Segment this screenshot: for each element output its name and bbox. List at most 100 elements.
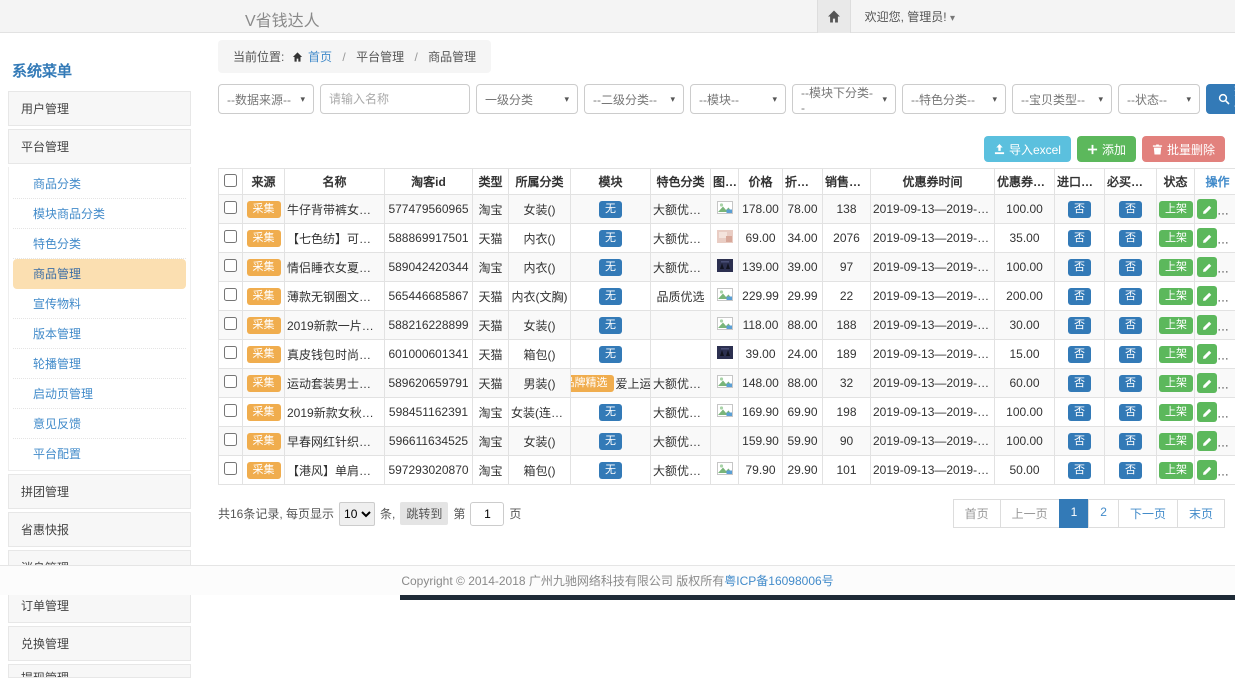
type-cell: 天猫 bbox=[473, 282, 509, 311]
filter-select[interactable]: --模块--▾ bbox=[690, 84, 786, 114]
sidebar-item-平台配置[interactable]: 平台配置 bbox=[13, 439, 186, 468]
source-badge: 采集 bbox=[247, 404, 281, 421]
edit-button[interactable] bbox=[1197, 228, 1217, 248]
must-buy-cell: 否 bbox=[1105, 427, 1157, 456]
must-buy-cell: 否 bbox=[1105, 195, 1157, 224]
must-buy-badge: 否 bbox=[1119, 433, 1142, 450]
edit-button[interactable] bbox=[1197, 257, 1217, 277]
home-icon bbox=[292, 50, 306, 64]
home-button[interactable] bbox=[817, 0, 851, 33]
sidebar-item-宣传物料[interactable]: 宣传物料 bbox=[13, 289, 186, 319]
add-button[interactable]: 添加 bbox=[1077, 136, 1136, 162]
sidebar-item-提现管理[interactable]: 提现管理 bbox=[8, 664, 191, 678]
source-badge: 采集 bbox=[247, 346, 281, 363]
discount-price-cell: 34.00 bbox=[783, 224, 823, 253]
sidebar-item-意见反馈[interactable]: 意见反馈 bbox=[13, 409, 186, 439]
row-checkbox[interactable] bbox=[224, 201, 237, 214]
sidebar-item-特色分类[interactable]: 特色分类 bbox=[13, 229, 186, 259]
module-cell: 无 bbox=[571, 253, 651, 282]
row-checkbox[interactable] bbox=[224, 433, 237, 446]
row-checkbox[interactable] bbox=[224, 230, 237, 243]
sales-cell: 189 bbox=[823, 340, 871, 369]
module-cell: 无 bbox=[571, 224, 651, 253]
module-badge: 无 bbox=[599, 259, 622, 276]
filter-select[interactable]: --二级分类--▾ bbox=[584, 84, 684, 114]
filter-select[interactable]: --特色分类--▾ bbox=[902, 84, 1006, 114]
icp-link[interactable]: 粤ICP备16098006号 bbox=[724, 572, 833, 589]
row-checkbox[interactable] bbox=[224, 462, 237, 475]
pager-item-下一页[interactable]: 下一页 bbox=[1118, 499, 1178, 528]
user-menu[interactable]: 欢迎您, 管理员! ▾ bbox=[865, 8, 955, 25]
coupon-time-cell: 2019-09-13—2019-09-18 bbox=[871, 456, 995, 485]
sidebar-item-省惠快报[interactable]: 省惠快报 bbox=[8, 512, 191, 547]
import-excel-button[interactable]: 导入excel bbox=[984, 136, 1071, 162]
jump-button[interactable]: 跳转到 bbox=[400, 502, 448, 525]
row-checkbox[interactable] bbox=[224, 288, 237, 301]
sidebar-item-用户管理[interactable]: 用户管理 bbox=[8, 91, 191, 126]
chevron-down-icon: ▾ bbox=[300, 94, 305, 105]
sidebar-item-商品分类[interactable]: 商品分类 bbox=[13, 169, 186, 199]
name-cell: 2019新款女秋薄款... bbox=[285, 398, 385, 427]
edit-button[interactable] bbox=[1197, 344, 1217, 364]
sidebar-item-商品管理[interactable]: 商品管理 bbox=[13, 259, 186, 289]
row-checkbox[interactable] bbox=[224, 259, 237, 272]
feature-cell: 大额优惠券 bbox=[651, 253, 711, 282]
breadcrumb: 当前位置: 首页 / 平台管理 / 商品管理 bbox=[218, 40, 491, 73]
sidebar-item-启动页管理[interactable]: 启动页管理 bbox=[13, 379, 186, 409]
batch-delete-button[interactable]: 批量删除 bbox=[1142, 136, 1225, 162]
row-checkbox[interactable] bbox=[224, 375, 237, 388]
must-buy-cell: 否 bbox=[1105, 398, 1157, 427]
feature-cell: 大额优惠券 bbox=[651, 369, 711, 398]
edit-button[interactable] bbox=[1197, 460, 1217, 480]
filter-select[interactable]: --状态--▾ bbox=[1118, 84, 1200, 114]
app-title: V省钱达人 bbox=[245, 7, 320, 31]
row-checkbox[interactable] bbox=[224, 317, 237, 330]
edit-button[interactable] bbox=[1197, 315, 1217, 335]
sidebar-item-平台管理[interactable]: 平台管理 bbox=[8, 129, 191, 164]
chevron-down-icon: ▾ bbox=[772, 94, 777, 105]
pager-item-首页[interactable]: 首页 bbox=[953, 499, 1001, 528]
category-cell: 女装(连衣裙) bbox=[509, 398, 571, 427]
name-search-input[interactable] bbox=[320, 84, 470, 114]
filter-select[interactable]: --模块下分类--▾ bbox=[792, 84, 896, 114]
pager-item-2[interactable]: 2 bbox=[1088, 499, 1119, 528]
discount-price-cell: 29.90 bbox=[783, 456, 823, 485]
query-button[interactable]: 查询 bbox=[1206, 84, 1235, 114]
pager-item-末页[interactable]: 末页 bbox=[1177, 499, 1225, 528]
sidebar-item-拼团管理[interactable]: 拼团管理 bbox=[8, 474, 191, 509]
filter-select[interactable]: 一级分类▾ bbox=[476, 84, 578, 114]
sales-cell: 32 bbox=[823, 369, 871, 398]
edit-button[interactable] bbox=[1197, 373, 1217, 393]
footer: Copyright © 2014-2018 广州九驰网络科技有限公司 版权所有 … bbox=[0, 565, 1235, 595]
per-page-select[interactable]: 10 bbox=[339, 502, 375, 526]
select-all-checkbox[interactable] bbox=[224, 174, 237, 187]
breadcrumb-home-link[interactable]: 首页 bbox=[308, 50, 332, 64]
category-cell: 箱包() bbox=[509, 456, 571, 485]
edit-button[interactable] bbox=[1197, 431, 1217, 451]
sidebar-item-版本管理[interactable]: 版本管理 bbox=[13, 319, 186, 349]
sidebar-item-模块商品分类[interactable]: 模块商品分类 bbox=[13, 199, 186, 229]
sidebar-item-轮播管理[interactable]: 轮播管理 bbox=[13, 349, 186, 379]
edit-button[interactable] bbox=[1197, 402, 1217, 422]
edit-button[interactable] bbox=[1197, 199, 1217, 219]
product-thumb-icon bbox=[717, 317, 733, 330]
taoke-id-cell: 597293020870 bbox=[385, 456, 473, 485]
row-select-cell bbox=[219, 427, 243, 456]
jump-page-input[interactable] bbox=[470, 502, 504, 526]
breadcrumb-prefix: 当前位置: bbox=[233, 50, 284, 64]
module-badge: 无 bbox=[599, 288, 622, 305]
pager-item-上一页[interactable]: 上一页 bbox=[1000, 499, 1060, 528]
must-buy-cell: 否 bbox=[1105, 224, 1157, 253]
row-checkbox[interactable] bbox=[224, 346, 237, 359]
thumb-cell bbox=[711, 369, 739, 398]
coupon-time-cell: 2019-09-13—2019-09-15 bbox=[871, 369, 995, 398]
filter-select[interactable]: --宝贝类型--▾ bbox=[1012, 84, 1112, 114]
pager-item-1[interactable]: 1 bbox=[1059, 499, 1090, 528]
sidebar-item-兑换管理[interactable]: 兑换管理 bbox=[8, 626, 191, 661]
discount-price-cell: 39.00 bbox=[783, 253, 823, 282]
filter-select[interactable]: --数据来源--▾ bbox=[218, 84, 314, 114]
edit-button[interactable] bbox=[1197, 286, 1217, 306]
import-select-cell: 否 bbox=[1055, 427, 1105, 456]
row-checkbox[interactable] bbox=[224, 404, 237, 417]
chevron-down-icon: ▾ bbox=[992, 94, 997, 105]
